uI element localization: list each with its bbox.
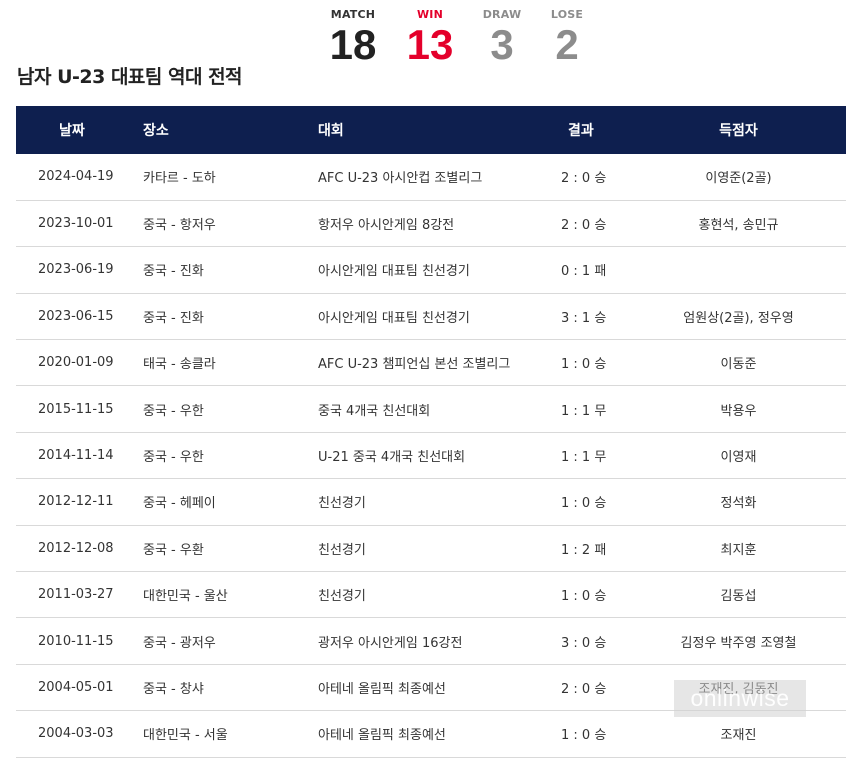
cell-result: 2 : 0 승: [511, 664, 631, 712]
cell-venue: 카타르 - 도하: [116, 154, 291, 201]
cell-scorers: [631, 246, 846, 294]
header-venue: 장소: [143, 123, 169, 139]
cell-competition: 중국 4개국 친선대회: [291, 385, 511, 433]
cell-result: 2 : 0 승: [511, 200, 631, 248]
header-date: 날짜: [59, 123, 85, 139]
cell-scorers: 조재진: [631, 710, 846, 758]
cell-scorers: 이동준: [631, 339, 846, 387]
watermark-logo: onlinwise: [674, 680, 806, 717]
table-row: 2023-06-19 중국 - 진화 아시안게임 대표팀 친선경기 0 : 1 …: [16, 246, 846, 294]
table-row: 2011-03-27 대한민국 - 울산 친선경기 1 : 0 승 김동섭: [16, 571, 846, 619]
cell-scorers: 박용우: [631, 385, 846, 433]
lose-value: 2: [555, 21, 579, 68]
cell-venue: 중국 - 창샤: [116, 664, 291, 712]
header-row: 날짜 장소 대회 결과 득점자: [16, 106, 846, 154]
cell-competition: 아테네 올림픽 최종예선: [291, 710, 511, 758]
cell-date: 2004-03-03: [16, 710, 116, 758]
cell-result: 1 : 0 승: [511, 478, 631, 526]
cell-result: 0 : 1 패: [511, 246, 631, 294]
cell-competition: 아시안게임 대표팀 친선경기: [291, 246, 511, 294]
results-table: 날짜 장소 대회 결과 득점자 2024-04-19 카타르 - 도하 AFC …: [16, 106, 846, 758]
cell-venue: 대한민국 - 울산: [116, 571, 291, 619]
table-row: 2014-11-14 중국 - 우한 U-21 중국 4개국 친선대회 1 : …: [16, 432, 846, 480]
cell-venue: 중국 - 우한: [116, 432, 291, 480]
cell-competition: 친선경기: [291, 478, 511, 526]
cell-competition: U-21 중국 4개국 친선대회: [291, 432, 511, 480]
cell-competition: 아시안게임 대표팀 친선경기: [291, 293, 511, 341]
cell-scorers: 이영재: [631, 432, 846, 480]
table-row: 2004-03-03 대한민국 - 서울 아테네 올림픽 최종예선 1 : 0 …: [16, 710, 846, 758]
table-row: 2010-11-15 중국 - 광저우 광저우 아시안게임 16강전 3 : 0…: [16, 617, 846, 665]
cell-result: 1 : 1 무: [511, 385, 631, 433]
table-row: 2024-04-19 카타르 - 도하 AFC U-23 아시안컵 조별리그 2…: [16, 154, 846, 201]
win-label: WIN: [416, 8, 444, 21]
header-competition: 대회: [318, 123, 344, 139]
cell-venue: 중국 - 헤페이: [116, 478, 291, 526]
table-header: 날짜 장소 대회 결과 득점자: [16, 106, 846, 154]
cell-venue: 중국 - 우한: [116, 385, 291, 433]
cell-date: 2015-11-15: [16, 385, 116, 433]
cell-competition: 광저우 아시안게임 16강전: [291, 617, 511, 665]
cell-date: 2020-01-09: [16, 339, 116, 387]
cell-competition: AFC U-23 챔피언십 본선 조별리그: [291, 339, 511, 387]
cell-venue: 대한민국 - 서울: [116, 710, 291, 758]
cell-date: 2014-11-14: [16, 432, 116, 480]
cell-scorers: 엄원상(2골), 정우영: [631, 293, 846, 341]
cell-scorers: 홍현석, 송민규: [631, 200, 846, 248]
cell-date: 2023-10-01: [16, 200, 116, 248]
table-row: 2012-12-11 중국 - 헤페이 친선경기 1 : 0 승 정석화: [16, 478, 846, 526]
table-row: 2023-10-01 중국 - 항저우 항저우 아시안게임 8강전 2 : 0 …: [16, 200, 846, 248]
table-row: 2023-06-15 중국 - 진화 아시안게임 대표팀 친선경기 3 : 1 …: [16, 293, 846, 341]
header-scorers: 득점자: [719, 123, 758, 139]
lose-label: LOSE: [550, 8, 584, 21]
win-count: WIN 13: [390, 8, 470, 67]
cell-competition: 친선경기: [291, 571, 511, 619]
cell-venue: 중국 - 우환: [116, 525, 291, 573]
cell-scorers: 이영준(2골): [631, 154, 846, 201]
table-row: 2012-12-08 중국 - 우환 친선경기 1 : 2 패 최지훈: [16, 525, 846, 573]
header-result: 결과: [568, 123, 594, 139]
cell-result: 2 : 0 승: [511, 154, 631, 201]
cell-result: 3 : 1 승: [511, 293, 631, 341]
table-row: 2020-01-09 태국 - 송클라 AFC U-23 챔피언십 본선 조별리…: [16, 339, 846, 387]
lose-count: LOSE 2: [527, 8, 607, 67]
cell-date: 2012-12-08: [16, 525, 116, 573]
cell-date: 2010-11-15: [16, 617, 116, 665]
cell-result: 1 : 0 승: [511, 339, 631, 387]
cell-result: 1 : 1 무: [511, 432, 631, 480]
cell-venue: 중국 - 항저우: [116, 200, 291, 248]
cell-competition: AFC U-23 아시안컵 조별리그: [291, 154, 511, 201]
cell-competition: 친선경기: [291, 525, 511, 573]
cell-result: 3 : 0 승: [511, 617, 631, 665]
cell-competition: 아테네 올림픽 최종예선: [291, 664, 511, 712]
cell-scorers: 정석화: [631, 478, 846, 526]
cell-date: 2023-06-19: [16, 246, 116, 294]
cell-venue: 중국 - 진화: [116, 246, 291, 294]
cell-scorers: 김동섭: [631, 571, 846, 619]
match-count: MATCH 18: [313, 8, 393, 67]
table-body: 2024-04-19 카타르 - 도하 AFC U-23 아시안컵 조별리그 2…: [16, 154, 846, 758]
win-value: 13: [406, 21, 454, 68]
cell-venue: 태국 - 송클라: [116, 339, 291, 387]
table-row: 2015-11-15 중국 - 우한 중국 4개국 친선대회 1 : 1 무 박…: [16, 385, 846, 433]
cell-date: 2004-05-01: [16, 664, 116, 712]
cell-result: 1 : 0 승: [511, 710, 631, 758]
cell-competition: 항저우 아시안게임 8강전: [291, 200, 511, 248]
page-title: 남자 U-23 대표팀 역대 전적: [17, 66, 243, 88]
cell-date: 2024-04-19: [16, 154, 116, 201]
cell-venue: 중국 - 광저우: [116, 617, 291, 665]
cell-date: 2011-03-27: [16, 571, 116, 619]
cell-result: 1 : 0 승: [511, 571, 631, 619]
cell-date: 2023-06-15: [16, 293, 116, 341]
cell-scorers: 김정우 박주영 조영철: [631, 617, 846, 665]
cell-date: 2012-12-11: [16, 478, 116, 526]
match-label: MATCH: [330, 8, 376, 21]
match-value: 18: [329, 21, 377, 68]
cell-scorers: 최지훈: [631, 525, 846, 573]
cell-venue: 중국 - 진화: [116, 293, 291, 341]
cell-result: 1 : 2 패: [511, 525, 631, 573]
